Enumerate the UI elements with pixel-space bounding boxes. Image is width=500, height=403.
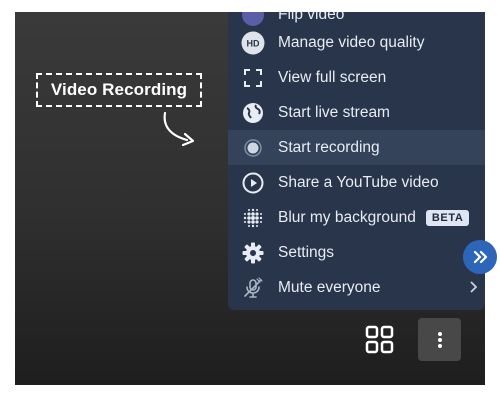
double-chevron-right-icon xyxy=(473,250,488,264)
menu-item-label: Flip video xyxy=(278,12,345,23)
tile-view-button[interactable] xyxy=(365,325,395,355)
menu-item-mute-everyone[interactable]: Mute everyone xyxy=(228,270,485,305)
menu-item-settings[interactable]: Settings xyxy=(228,235,485,270)
menu-item-manage-video-quality[interactable]: HD Manage video quality xyxy=(228,25,485,60)
menu-item-blur-my-background[interactable]: Blur my background BETA xyxy=(228,200,485,235)
chevron-right-icon[interactable] xyxy=(469,280,478,296)
mic-off-icon xyxy=(241,276,265,300)
menu-item-label: Manage video quality xyxy=(278,33,425,51)
meeting-stage: Flip video HD Manage video quality View … xyxy=(15,12,485,385)
more-vertical-icon xyxy=(437,331,442,348)
gear-icon xyxy=(241,241,265,265)
more-actions-menu: Flip video HD Manage video quality View … xyxy=(228,12,485,310)
menu-item-label: Blur my background xyxy=(278,208,416,226)
menu-item-label: Start recording xyxy=(278,138,380,156)
menu-item-start-recording[interactable]: Start recording xyxy=(228,130,485,165)
side-panel-toggle-button[interactable] xyxy=(463,240,497,274)
play-circle-icon xyxy=(241,171,265,195)
fullscreen-icon xyxy=(241,66,265,90)
beta-badge: BETA xyxy=(425,209,470,226)
menu-item-share-youtube-video[interactable]: Share a YouTube video xyxy=(228,165,485,200)
globe-icon xyxy=(241,101,265,125)
more-actions-button[interactable] xyxy=(418,318,461,361)
menu-item-label: View full screen xyxy=(278,68,387,86)
record-icon xyxy=(241,136,265,160)
menu-item-start-live-stream[interactable]: Start live stream xyxy=(228,95,485,130)
hd-icon: HD xyxy=(241,31,265,55)
menu-item-label: Mute everyone xyxy=(278,278,381,296)
menu-item-label: Start live stream xyxy=(278,103,390,121)
menu-item-label: Share a YouTube video xyxy=(278,173,439,191)
annotation-label: Video Recording xyxy=(36,73,202,107)
menu-item-label: Settings xyxy=(278,243,335,261)
blur-icon xyxy=(241,206,265,230)
menu-item-view-full-screen[interactable]: View full screen xyxy=(228,60,485,95)
annotation-arrow-icon xyxy=(163,111,195,147)
hd-icon-text: HD xyxy=(247,38,260,48)
tile-view-icon xyxy=(365,325,394,354)
